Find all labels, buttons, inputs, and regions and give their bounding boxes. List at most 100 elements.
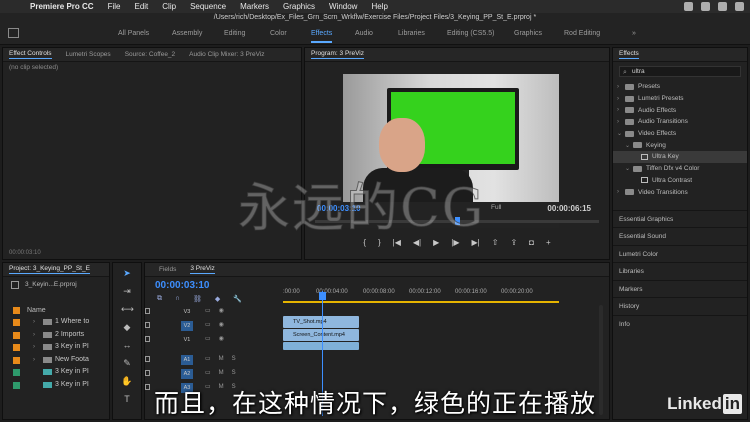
- fx-lumetri-presets[interactable]: › Lumetri Presets: [613, 93, 747, 105]
- snap-icon[interactable]: ∩: [175, 295, 180, 303]
- track-a1: A1 ▭MS: [145, 353, 563, 367]
- track-select-tool-icon[interactable]: ⇥: [121, 285, 133, 297]
- razor-tool-icon[interactable]: ◆: [121, 321, 133, 333]
- panel-info[interactable]: Info: [613, 314, 747, 333]
- tab-lumetri-scopes[interactable]: Lumetri Scopes: [66, 51, 111, 58]
- workspace-effects[interactable]: Effects: [311, 30, 333, 43]
- pen-tool-icon[interactable]: ✎: [121, 357, 133, 369]
- tab-effect-controls[interactable]: Effect Controls: [9, 50, 52, 59]
- list-item[interactable]: › 2 Imports: [3, 329, 109, 342]
- name-column-header[interactable]: Name: [3, 305, 109, 316]
- tab-source[interactable]: Source: Coffee_2: [125, 51, 175, 58]
- effects-search-input[interactable]: ⌕ ultra: [619, 66, 741, 77]
- menu-graphics[interactable]: Graphics: [283, 2, 315, 11]
- volume-icon[interactable]: [718, 2, 727, 11]
- add-marker-icon[interactable]: ◆: [215, 295, 220, 303]
- fit-select[interactable]: Full: [491, 204, 501, 211]
- creative-cloud-icon[interactable]: [684, 2, 693, 11]
- tab-effects[interactable]: Effects: [619, 50, 639, 59]
- workspace-rod-editing[interactable]: Rod Editing: [564, 30, 600, 37]
- list-item[interactable]: › 1 Where to: [3, 316, 109, 329]
- menu-file[interactable]: File: [108, 2, 121, 11]
- menu-clip[interactable]: Clip: [162, 2, 176, 11]
- clip-screen-content[interactable]: Screen_Content.mp4: [283, 329, 359, 341]
- workspace-color[interactable]: Color: [270, 30, 287, 37]
- effects-header: Effects: [613, 48, 747, 62]
- home-icon[interactable]: [8, 28, 19, 38]
- fx-audio-transitions[interactable]: › Audio Transitions: [613, 116, 747, 128]
- fx-video-effects[interactable]: ⌄ Video Effects: [613, 128, 747, 140]
- tab-fields[interactable]: Fields: [159, 266, 176, 273]
- panel-markers[interactable]: Markers: [613, 279, 747, 298]
- slip-tool-icon[interactable]: ↔: [121, 339, 133, 351]
- panel-history[interactable]: History: [613, 297, 747, 315]
- selection-tool-icon[interactable]: ➤: [121, 267, 133, 279]
- label-color-icon: [13, 307, 20, 314]
- lock-icon: [145, 336, 150, 342]
- fx-ultra-key[interactable]: Ultra Key: [613, 151, 747, 163]
- menu-edit[interactable]: Edit: [134, 2, 148, 11]
- workspace-audio[interactable]: Audio: [355, 30, 373, 37]
- tab-program[interactable]: Program: 3 PreViz: [311, 50, 364, 59]
- fx-presets[interactable]: › Presets: [613, 81, 747, 93]
- fx-keying[interactable]: ⌄ Keying: [613, 139, 747, 151]
- program-monitor-header: Program: 3 PreViz: [305, 48, 609, 62]
- lock-icon: [145, 308, 150, 314]
- effect-controls-tabs: Effect Controls Lumetri Scopes Source: C…: [3, 48, 301, 62]
- lift-icon[interactable]: ⇧: [492, 238, 499, 247]
- no-clip-label: (no clip selected): [9, 64, 59, 71]
- tab-project[interactable]: Project: 3_Keying_PP_St_E: [9, 265, 90, 274]
- menu-markers[interactable]: Markers: [240, 2, 269, 11]
- more-workspaces-icon[interactable]: »: [632, 30, 636, 37]
- list-item[interactable]: › 3 Key in PI: [3, 341, 109, 354]
- extract-icon[interactable]: ⇪: [510, 238, 517, 247]
- folder-icon: [625, 118, 634, 125]
- timeline-playhead[interactable]: [319, 292, 326, 300]
- clip-audio[interactable]: [283, 342, 359, 350]
- fx-audio-effects[interactable]: › Audio Effects: [613, 104, 747, 116]
- workspace-assembly[interactable]: Assembly: [172, 30, 202, 37]
- workspace-graphics[interactable]: Graphics: [514, 30, 542, 37]
- effect-icon: [641, 177, 648, 184]
- project-file: 3_Keyin...E.prproj: [3, 279, 109, 291]
- tab-3-previz[interactable]: 3 PreViz: [190, 265, 215, 274]
- workspace-bar: All Panels Assembly Editing Color Effect…: [0, 23, 750, 45]
- add-button-icon[interactable]: +: [546, 238, 551, 247]
- app-name-menu[interactable]: Premiere Pro CC: [30, 2, 94, 11]
- list-item[interactable]: 3 Key in PI: [3, 366, 109, 379]
- menu-help[interactable]: Help: [371, 2, 387, 11]
- menu-window[interactable]: Window: [329, 2, 357, 11]
- bin-icon: [43, 344, 52, 350]
- panel-libraries[interactable]: Libraries: [613, 262, 747, 280]
- list-item[interactable]: › New Foota: [3, 354, 109, 367]
- panel-essential-graphics[interactable]: Essential Graphics: [613, 209, 747, 228]
- folder-icon: [633, 165, 642, 172]
- bin-icon: [43, 331, 52, 338]
- fx-ultra-contrast[interactable]: Ultra Contrast: [613, 175, 747, 187]
- clip-tv-shot[interactable]: TV_Shot.mp4: [283, 316, 359, 328]
- bin-icon: [43, 319, 52, 325]
- panel-lumetri-color[interactable]: Lumetri Color: [613, 244, 747, 263]
- workspace-editing[interactable]: Editing: [224, 30, 245, 37]
- workspace-editing-cs55[interactable]: Editing (CS5.5): [447, 30, 494, 37]
- search-icon[interactable]: [735, 2, 744, 11]
- workspace-all-panels[interactable]: All Panels: [118, 30, 149, 37]
- track-a2: A2 ▭MS: [145, 367, 563, 381]
- fx-tiffen-dfx[interactable]: ⌄ Tiffen Dfx v4 Color: [613, 163, 747, 175]
- nest-icon[interactable]: ⧉: [157, 295, 162, 303]
- timeline-settings-icon[interactable]: 🔧: [233, 295, 242, 303]
- tab-audio-clip-mixer[interactable]: Audio Clip Mixer: 3 PreViz: [189, 51, 264, 58]
- ripple-edit-tool-icon[interactable]: ⟷: [121, 303, 134, 315]
- timeline-toolbar: ⧉ ∩ ⛓ ◆ 🔧: [157, 295, 242, 303]
- wifi-icon[interactable]: [701, 2, 710, 11]
- workspace-libraries[interactable]: Libraries: [398, 30, 425, 37]
- fx-video-transitions[interactable]: › Video Transitions: [613, 186, 747, 198]
- linked-selection-icon[interactable]: ⛓: [193, 295, 202, 303]
- export-frame-icon[interactable]: ◘: [529, 238, 534, 247]
- folder-icon: [625, 107, 634, 114]
- work-area-bar[interactable]: [283, 301, 559, 303]
- timeline-timecode[interactable]: 00:00:03:10: [155, 280, 209, 291]
- panel-essential-sound[interactable]: Essential Sound: [613, 227, 747, 245]
- status-icons: [684, 2, 744, 11]
- menu-sequence[interactable]: Sequence: [190, 2, 226, 11]
